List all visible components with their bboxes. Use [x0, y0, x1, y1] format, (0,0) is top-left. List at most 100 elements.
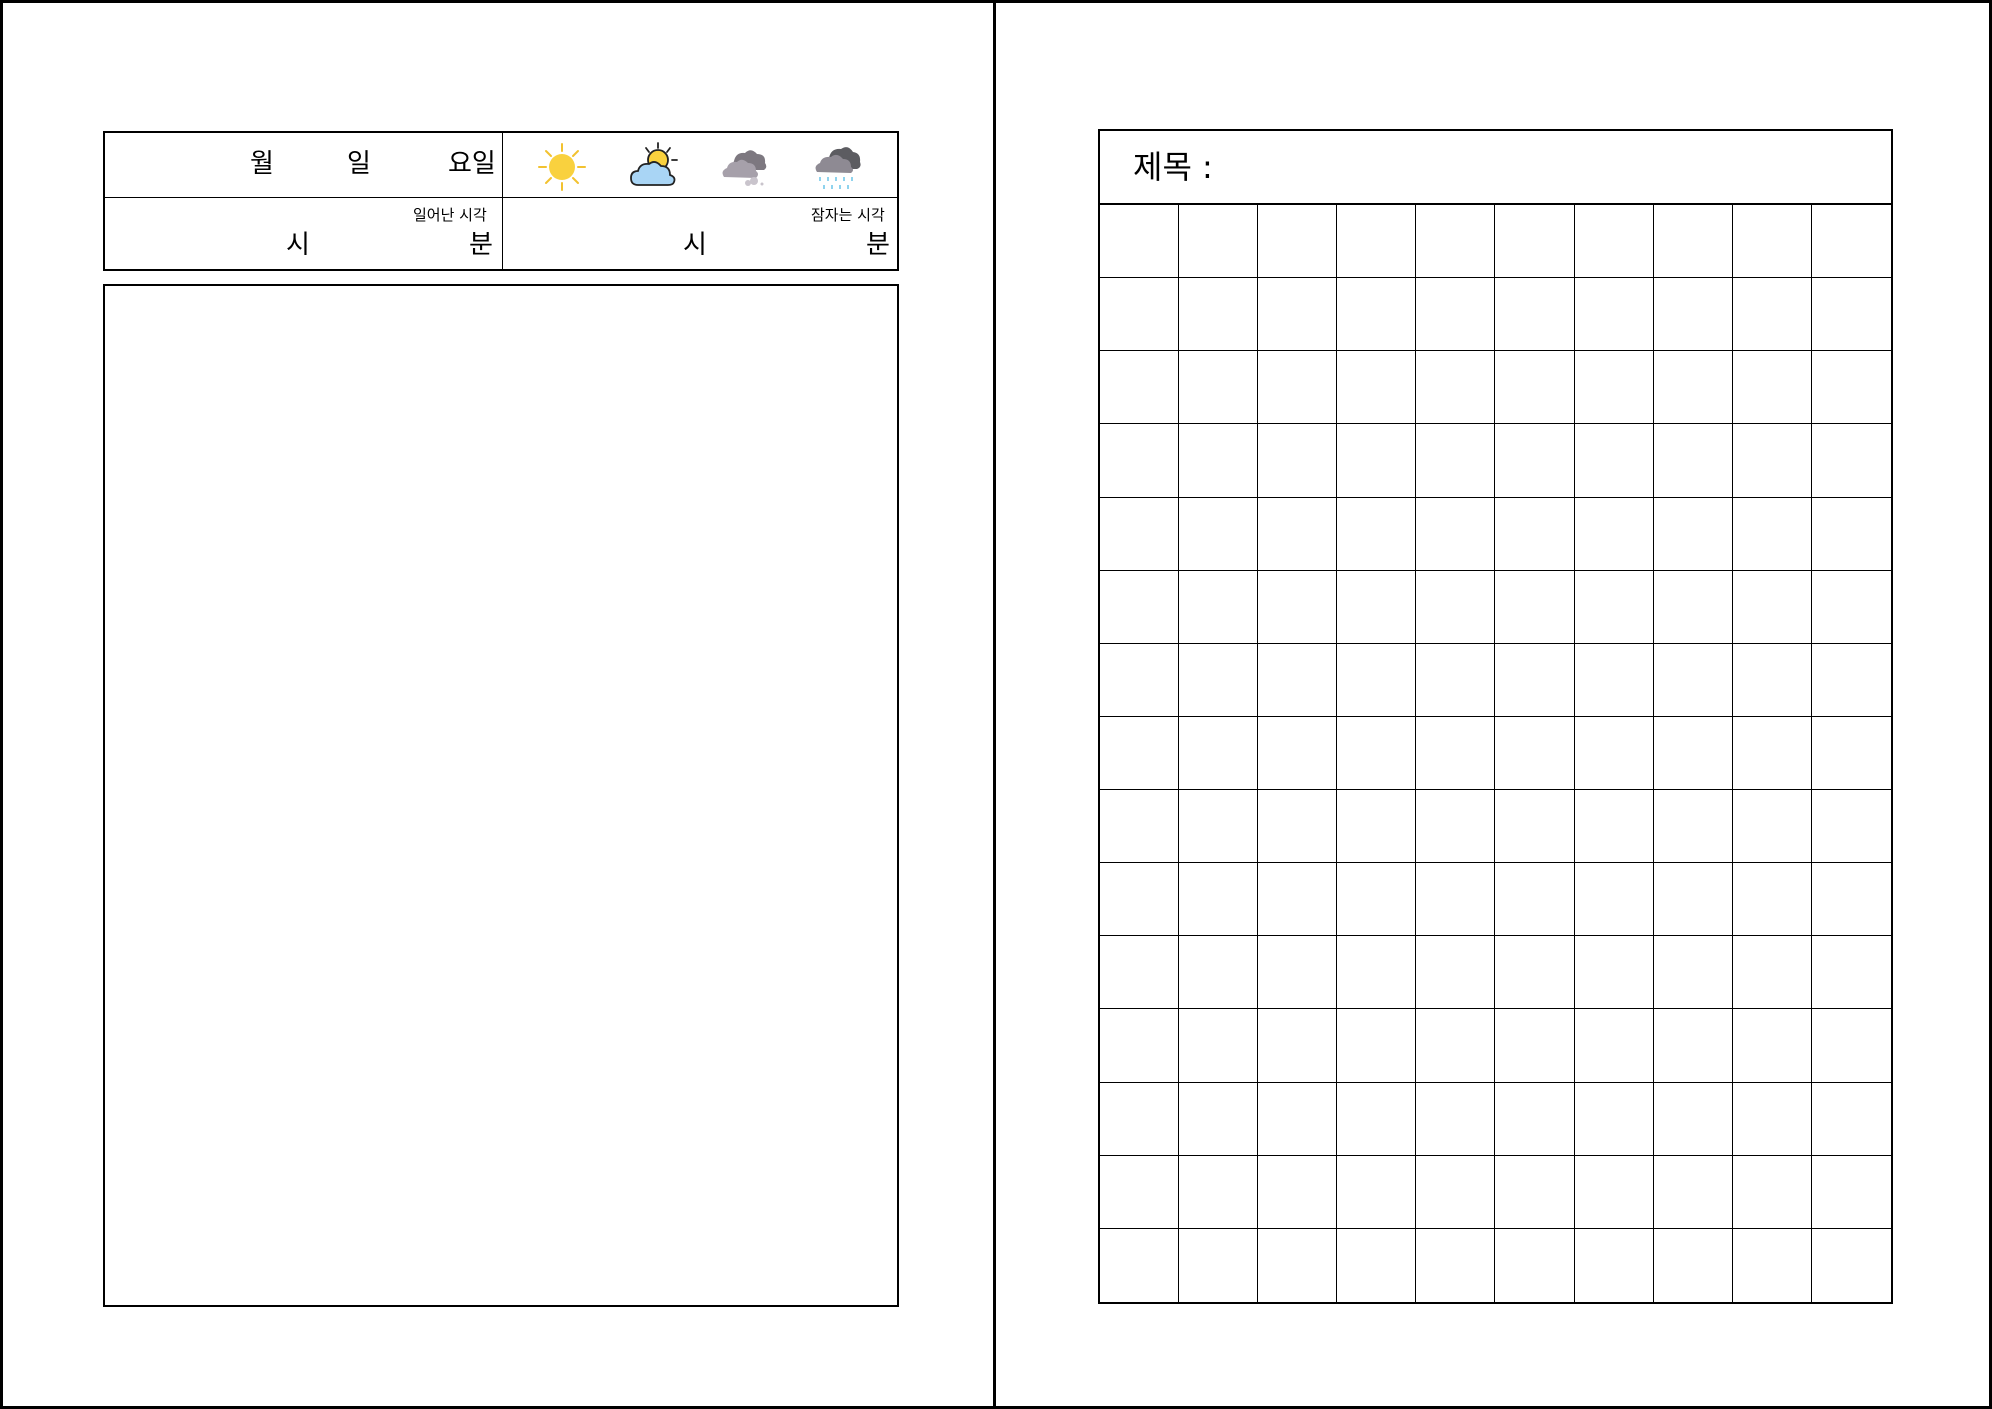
- grid-cell[interactable]: [1179, 424, 1259, 498]
- grid-cell[interactable]: [1337, 424, 1417, 498]
- grid-cell[interactable]: [1258, 936, 1338, 1010]
- grid-cell[interactable]: [1337, 497, 1417, 571]
- grid-cell[interactable]: [1258, 1228, 1338, 1302]
- grid-cell[interactable]: [1653, 497, 1733, 571]
- grid-cell[interactable]: [1337, 1228, 1417, 1302]
- grid-cell[interactable]: [1811, 278, 1891, 352]
- grid-cell[interactable]: [1495, 424, 1575, 498]
- grid-cell[interactable]: [1653, 1155, 1733, 1229]
- grid-cell[interactable]: [1574, 1155, 1654, 1229]
- grid-cell[interactable]: [1495, 1009, 1575, 1083]
- grid-cell[interactable]: [1811, 205, 1891, 279]
- grid-cell[interactable]: [1811, 790, 1891, 864]
- grid-cell[interactable]: [1732, 205, 1812, 279]
- grid-cell[interactable]: [1574, 1082, 1654, 1156]
- rainy-icon[interactable]: [811, 141, 863, 193]
- grid-cell[interactable]: [1179, 1155, 1259, 1229]
- grid-cell[interactable]: [1574, 278, 1654, 352]
- grid-cell[interactable]: [1258, 278, 1338, 352]
- grid-cell[interactable]: [1653, 570, 1733, 644]
- grid-cell[interactable]: [1732, 278, 1812, 352]
- grid-cell[interactable]: [1416, 424, 1496, 498]
- grid-cell[interactable]: [1337, 570, 1417, 644]
- grid-cell[interactable]: [1258, 1155, 1338, 1229]
- grid-cell[interactable]: [1495, 497, 1575, 571]
- grid-cell[interactable]: [1100, 1082, 1180, 1156]
- grid-cell[interactable]: [1732, 1155, 1812, 1229]
- sunny-icon[interactable]: [536, 141, 588, 193]
- grid-cell[interactable]: [1100, 790, 1180, 864]
- grid-cell[interactable]: [1416, 205, 1496, 279]
- grid-cell[interactable]: [1337, 1155, 1417, 1229]
- grid-cell[interactable]: [1574, 643, 1654, 717]
- grid-cell[interactable]: [1337, 1082, 1417, 1156]
- grid-cell[interactable]: [1100, 1009, 1180, 1083]
- grid-cell[interactable]: [1732, 424, 1812, 498]
- grid-cell[interactable]: [1653, 278, 1733, 352]
- grid-cell[interactable]: [1100, 205, 1180, 279]
- grid-cell[interactable]: [1100, 497, 1180, 571]
- grid-cell[interactable]: [1653, 936, 1733, 1010]
- grid-cell[interactable]: [1574, 497, 1654, 571]
- diary-writing-area[interactable]: [103, 284, 899, 1307]
- grid-cell[interactable]: [1179, 278, 1259, 352]
- grid-cell[interactable]: [1732, 643, 1812, 717]
- grid-cell[interactable]: [1495, 643, 1575, 717]
- title-field[interactable]: 제목 :: [1098, 129, 1893, 205]
- grid-cell[interactable]: [1495, 351, 1575, 425]
- grid-cell[interactable]: [1179, 643, 1259, 717]
- grid-cell[interactable]: [1574, 205, 1654, 279]
- grid-cell[interactable]: [1574, 1009, 1654, 1083]
- grid-cell[interactable]: [1653, 863, 1733, 937]
- grid-cell[interactable]: [1574, 936, 1654, 1010]
- grid-cell[interactable]: [1495, 570, 1575, 644]
- grid-cell[interactable]: [1179, 570, 1259, 644]
- grid-cell[interactable]: [1100, 1155, 1180, 1229]
- grid-cell[interactable]: [1100, 351, 1180, 425]
- grid-cell[interactable]: [1574, 570, 1654, 644]
- grid-cell[interactable]: [1179, 205, 1259, 279]
- grid-cell[interactable]: [1100, 863, 1180, 937]
- grid-cell[interactable]: [1337, 351, 1417, 425]
- grid-cell[interactable]: [1732, 1082, 1812, 1156]
- grid-cell[interactable]: [1337, 643, 1417, 717]
- grid-cell[interactable]: [1258, 1009, 1338, 1083]
- grid-cell[interactable]: [1811, 936, 1891, 1010]
- grid-cell[interactable]: [1811, 1083, 1891, 1156]
- grid-cell[interactable]: [1574, 351, 1654, 425]
- grid-cell[interactable]: [1100, 570, 1180, 644]
- grid-cell[interactable]: [1653, 1082, 1733, 1156]
- grid-cell[interactable]: [1416, 278, 1496, 352]
- grid-cell[interactable]: [1495, 790, 1575, 864]
- grid-cell[interactable]: [1732, 570, 1812, 644]
- grid-cell[interactable]: [1575, 1228, 1654, 1302]
- grid-cell[interactable]: [1258, 424, 1338, 498]
- grid-cell[interactable]: [1811, 498, 1891, 571]
- grid-cell[interactable]: [1574, 716, 1654, 791]
- grid-cell[interactable]: [1100, 1228, 1180, 1302]
- grid-cell[interactable]: [1811, 863, 1891, 937]
- grid-cell[interactable]: [1811, 571, 1891, 644]
- grid-cell[interactable]: [1574, 790, 1654, 864]
- grid-cell[interactable]: [1416, 790, 1496, 864]
- grid-cell[interactable]: [1179, 936, 1259, 1010]
- grid-cell[interactable]: [1732, 716, 1812, 791]
- grid-cell[interactable]: [1100, 424, 1180, 498]
- grid-cell[interactable]: [1258, 716, 1338, 791]
- grid-cell[interactable]: [1732, 790, 1812, 864]
- grid-cell[interactable]: [1574, 424, 1654, 498]
- grid-cell[interactable]: [1732, 1009, 1812, 1083]
- grid-cell[interactable]: [1495, 205, 1575, 279]
- grid-cell[interactable]: [1258, 790, 1338, 864]
- grid-cell[interactable]: [1337, 205, 1417, 279]
- grid-cell[interactable]: [1811, 424, 1891, 498]
- grid-cell[interactable]: [1258, 205, 1338, 279]
- grid-cell[interactable]: [1416, 936, 1496, 1010]
- grid-cell[interactable]: [1733, 1228, 1812, 1302]
- grid-cell[interactable]: [1812, 1229, 1891, 1302]
- grid-cell[interactable]: [1811, 1156, 1891, 1229]
- grid-cell[interactable]: [1653, 205, 1733, 279]
- grid-cell[interactable]: [1495, 1082, 1575, 1156]
- grid-cell[interactable]: [1732, 863, 1812, 937]
- grid-cell[interactable]: [1100, 643, 1180, 717]
